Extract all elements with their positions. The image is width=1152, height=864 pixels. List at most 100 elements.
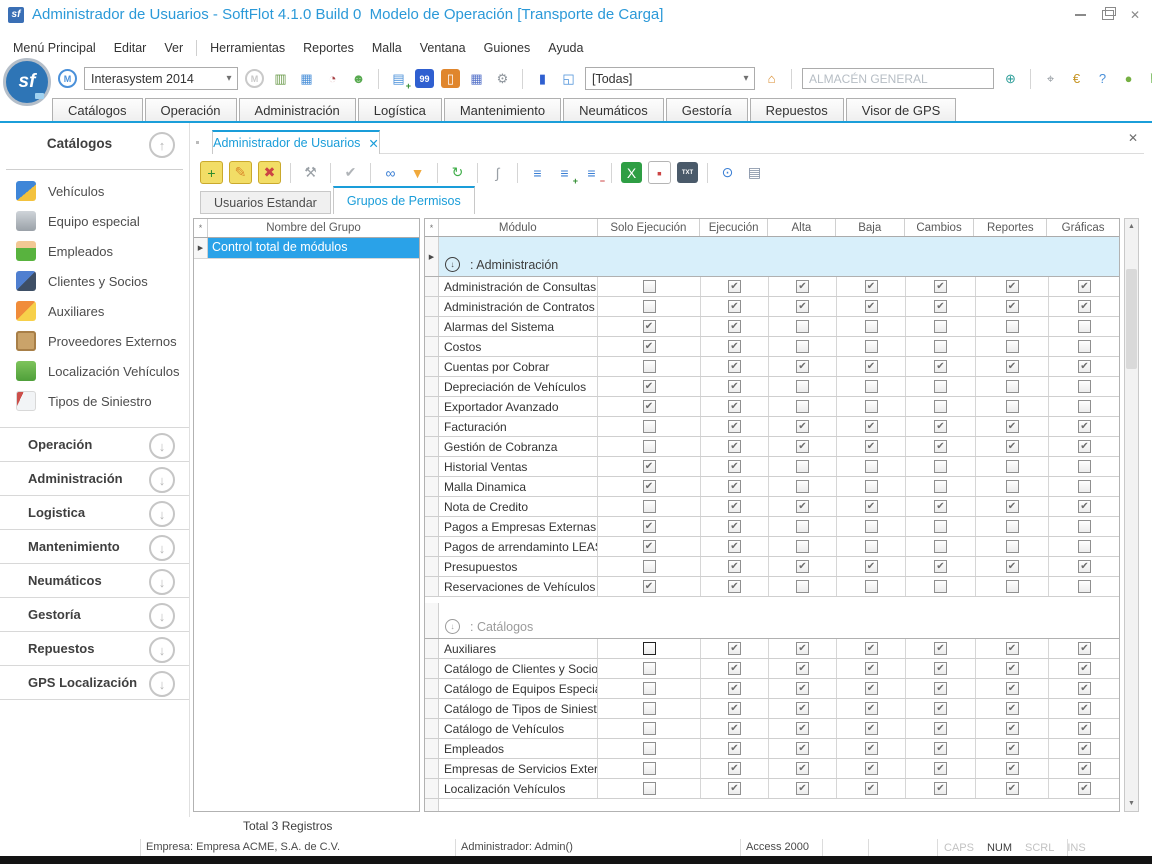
- permission-cell-cambios[interactable]: [906, 477, 976, 496]
- permission-cell-reportes[interactable]: [976, 317, 1049, 336]
- checkbox-unchecked[interactable]: [934, 580, 947, 593]
- checkbox-checked[interactable]: ✔: [865, 702, 878, 715]
- permission-cell-solo-ejecucion[interactable]: ✔: [598, 337, 701, 356]
- checkbox-checked[interactable]: ✔: [1078, 440, 1091, 453]
- checkbox-checked[interactable]: ✔: [728, 662, 741, 675]
- checkbox-unchecked[interactable]: [865, 540, 878, 553]
- chevron-down-icon[interactable]: ▾: [221, 73, 237, 84]
- checkbox-unchecked[interactable]: [643, 762, 656, 775]
- checkbox-checked[interactable]: ✔: [865, 560, 878, 573]
- checkbox-checked[interactable]: ✔: [934, 500, 947, 513]
- permission-cell-cambios[interactable]: [906, 397, 976, 416]
- checkbox-checked[interactable]: ✔: [1006, 500, 1019, 513]
- filter-combo[interactable]: [Todas] ▾: [585, 67, 755, 90]
- module-tab-catalogos[interactable]: Catálogos: [52, 98, 143, 121]
- checkbox-checked[interactable]: ✔: [865, 722, 878, 735]
- group-row-administracion[interactable]: ▶↓: Administración: [425, 237, 1119, 277]
- module-row-costos[interactable]: Costos✔✔: [425, 337, 1119, 357]
- permission-cell-cambios[interactable]: ✔: [906, 779, 976, 798]
- permission-cell-reportes[interactable]: [976, 377, 1049, 396]
- group-row-selected[interactable]: ▶ Control total de módulos: [194, 238, 419, 259]
- expand-down-icon[interactable]: ↓: [149, 603, 175, 629]
- permission-cell-ejecucion[interactable]: ✔: [701, 337, 769, 356]
- checkbox-unchecked[interactable]: [796, 400, 809, 413]
- permission-cell-solo-ejecucion[interactable]: ✔: [598, 317, 701, 336]
- permission-cell-baja[interactable]: ✔: [837, 277, 906, 296]
- checkbox-checked[interactable]: ✔: [934, 762, 947, 775]
- module-row-catalogo-de-vehiculos[interactable]: Catálogo de Vehículos✔✔✔✔✔✔: [425, 719, 1119, 739]
- module-row-catalogo-de-tipos-de-siniestro-avanza[interactable]: Catálogo de Tipos de Siniestro Avanza...…: [425, 699, 1119, 719]
- menu-item-guiones[interactable]: Guiones: [475, 36, 540, 60]
- checkbox-unchecked[interactable]: [934, 400, 947, 413]
- permission-cell-ejecucion[interactable]: ✔: [701, 739, 769, 758]
- module-row-pagos-a-empresas-externas[interactable]: Pagos a Empresas Externas✔✔: [425, 517, 1119, 537]
- sidebar-section-administracion[interactable]: Administración↓: [0, 462, 189, 496]
- checkbox-unchecked[interactable]: [1078, 400, 1091, 413]
- checkbox-unchecked[interactable]: [643, 500, 656, 513]
- checkbox-unchecked[interactable]: [1078, 460, 1091, 473]
- permission-cell-baja[interactable]: [837, 517, 906, 536]
- permission-cell-solo-ejecucion[interactable]: ✔: [598, 517, 701, 536]
- globe-icon[interactable]: ⊕: [1001, 69, 1020, 88]
- menu-item-menu-principal[interactable]: Menú Principal: [4, 36, 105, 60]
- checkbox-checked[interactable]: ✔: [1006, 440, 1019, 453]
- permission-cell-ejecucion[interactable]: ✔: [701, 679, 769, 698]
- permission-cell-baja[interactable]: ✔: [837, 759, 906, 778]
- permission-cell-solo-ejecucion[interactable]: [598, 639, 701, 658]
- permission-cell-alta[interactable]: ✔: [769, 759, 837, 778]
- permission-cell-ejecucion[interactable]: ✔: [701, 417, 769, 436]
- permission-cell-ejecucion[interactable]: ✔: [701, 557, 769, 576]
- checkbox-checked[interactable]: ✔: [934, 440, 947, 453]
- checkbox-checked[interactable]: ✔: [728, 340, 741, 353]
- sidebar-section-neumaticos[interactable]: Neumáticos↓: [0, 564, 189, 598]
- permission-cell-alta[interactable]: [769, 377, 837, 396]
- checkbox-checked[interactable]: ✔: [728, 682, 741, 695]
- checkbox-unchecked[interactable]: [865, 340, 878, 353]
- permission-cell-solo-ejecucion[interactable]: ✔: [598, 537, 701, 556]
- checkbox-checked[interactable]: ✔: [1006, 682, 1019, 695]
- column-header-reportes[interactable]: Reportes: [974, 219, 1047, 236]
- restore-icon[interactable]: [1102, 10, 1114, 20]
- checkbox-checked[interactable]: ✔: [643, 540, 656, 553]
- checkbox-checked[interactable]: ✔: [796, 420, 809, 433]
- counter-99-icon[interactable]: 99: [415, 69, 434, 88]
- module-tab-repuestos[interactable]: Repuestos: [750, 98, 844, 121]
- checkbox-unchecked[interactable]: [1006, 460, 1019, 473]
- permission-cell-graficas[interactable]: [1049, 377, 1120, 396]
- checkbox-checked[interactable]: ✔: [728, 320, 741, 333]
- permission-cell-alta[interactable]: ✔: [769, 277, 837, 296]
- checkbox-checked[interactable]: ✔: [1006, 420, 1019, 433]
- permission-cell-cambios[interactable]: ✔: [906, 277, 976, 296]
- new-report-icon[interactable]: ▤+: [389, 69, 408, 88]
- checkbox-checked[interactable]: ✔: [728, 360, 741, 373]
- permission-cell-cambios[interactable]: [906, 577, 976, 596]
- checkbox-checked[interactable]: ✔: [934, 722, 947, 735]
- subtab-grupos-de-permisos[interactable]: Grupos de Permisos: [333, 186, 475, 214]
- checkbox-checked[interactable]: ✔: [728, 580, 741, 593]
- permission-cell-baja[interactable]: ✔: [837, 699, 906, 718]
- permission-cell-baja[interactable]: [837, 477, 906, 496]
- permission-cell-solo-ejecucion[interactable]: [598, 357, 701, 376]
- checkbox-checked[interactable]: ✔: [934, 642, 947, 655]
- grid-icon[interactable]: ▦: [467, 69, 486, 88]
- star-column-header[interactable]: *: [194, 219, 208, 237]
- permission-cell-alta[interactable]: [769, 457, 837, 476]
- checkbox-unchecked[interactable]: [643, 662, 656, 675]
- checkbox-checked[interactable]: ✔: [934, 280, 947, 293]
- permission-cell-ejecucion[interactable]: ✔: [701, 317, 769, 336]
- permission-cell-baja[interactable]: ✔: [837, 557, 906, 576]
- clipboard-icon[interactable]: ▯: [441, 69, 460, 88]
- module-m-icon[interactable]: M: [58, 69, 77, 88]
- vertical-scrollbar[interactable]: ▲ ▼: [1124, 218, 1139, 812]
- collapse-group-icon[interactable]: ↓: [445, 257, 460, 272]
- module-row-catalogo-de-clientes-y-socios[interactable]: Catálogo de Clientes y Socios✔✔✔✔✔✔: [425, 659, 1119, 679]
- module-row-empleados[interactable]: Empleados✔✔✔✔✔✔: [425, 739, 1119, 759]
- checkbox-unchecked[interactable]: [643, 722, 656, 735]
- permission-cell-ejecucion[interactable]: ✔: [701, 759, 769, 778]
- permission-cell-cambios[interactable]: ✔: [906, 557, 976, 576]
- module-row-auxiliares[interactable]: Auxiliares✔✔✔✔✔✔: [425, 639, 1119, 659]
- permission-cell-alta[interactable]: ✔: [769, 739, 837, 758]
- permission-cell-graficas[interactable]: [1049, 457, 1120, 476]
- checkbox-checked[interactable]: ✔: [1078, 560, 1091, 573]
- checkbox-unchecked[interactable]: [865, 320, 878, 333]
